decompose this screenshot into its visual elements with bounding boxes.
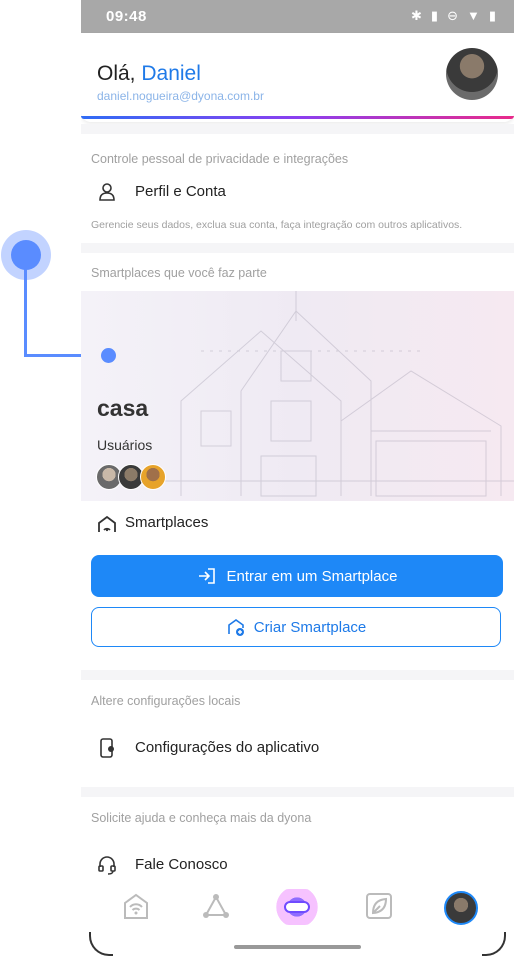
header-gradient-border [81, 116, 514, 119]
profile-account-item[interactable]: Perfil e Conta [81, 172, 514, 212]
phone-screen: 09:48 ✱ ▮ ⊖ ▼ ▮ Olá, Daniel daniel.nogue… [81, 0, 514, 961]
bluetooth-icon: ✱ [411, 8, 422, 23]
smart-home-icon [98, 515, 116, 532]
section-divider [81, 787, 514, 797]
login-icon [198, 568, 215, 584]
smartplaces-label: Smartplaces [125, 514, 209, 531]
local-section-title: Altere configurações locais [91, 694, 241, 708]
avatar[interactable] [446, 48, 498, 100]
bottom-navigation [81, 877, 514, 937]
smartplaces-list-item[interactable]: Smartplaces [81, 505, 514, 541]
profile-avatar[interactable] [444, 891, 478, 925]
smartplace-card-casa[interactable]: casa Usuários [81, 291, 514, 501]
greeting-prefix: Olá, [97, 62, 142, 85]
dnd-icon: ⊖ [447, 8, 458, 23]
avatar [140, 464, 166, 490]
privacy-section-title: Controle pessoal de privacidade e integr… [91, 152, 349, 166]
status-bar: 09:48 ✱ ▮ ⊖ ▼ ▮ [81, 0, 514, 33]
pointer-dot [101, 348, 116, 363]
dyona-logo-shape [284, 901, 310, 913]
wifi-icon: ▼ [466, 8, 480, 23]
help-section-title: Solicite ajuda e conheça mais da dyona [91, 811, 312, 825]
headset-icon [98, 856, 116, 875]
section-divider [81, 670, 514, 680]
users-label: Usuários [97, 437, 153, 453]
user-name: Daniel [141, 62, 201, 85]
privacy-helper-text: Gerencie seus dados, exclua sua conta, f… [91, 219, 463, 231]
screen-corner-right [482, 932, 506, 956]
section-divider [81, 124, 514, 134]
phone-settings-icon [100, 738, 114, 758]
join-smartplace-label: Entrar em um Smartplace [226, 567, 398, 585]
home-wifi-icon[interactable] [121, 891, 151, 921]
screen-corner-left [89, 932, 113, 956]
network-icon[interactable] [201, 891, 231, 921]
section-divider [81, 243, 514, 253]
app-settings-label: Configurações do aplicativo [135, 739, 320, 756]
leaf-icon[interactable] [364, 891, 394, 921]
contact-us-label: Fale Conosco [135, 856, 228, 873]
profile-header[interactable]: Olá, Daniel daniel.nogueira@dyona.com.br [81, 33, 514, 122]
user-icon [99, 183, 115, 201]
join-smartplace-button[interactable]: Entrar em um Smartplace [91, 555, 503, 597]
vibrate-icon: ▮ [430, 8, 439, 23]
dyona-logo-icon[interactable] [271, 889, 323, 925]
user-email: daniel.nogueira@dyona.com.br [97, 89, 264, 103]
smartplaces-section-title: Smartplaces que você faz parte [91, 266, 267, 280]
battery-icon: ▮ [488, 8, 496, 23]
greeting: Olá, Daniel [97, 62, 201, 86]
smartplace-name: casa [97, 395, 149, 421]
user-avatars [96, 464, 166, 490]
create-smartplace-button[interactable]: Criar Smartplace [91, 607, 501, 647]
status-time: 09:48 [106, 8, 147, 25]
add-home-icon [227, 619, 244, 636]
app-settings-item[interactable]: Configurações do aplicativo [81, 728, 514, 768]
create-smartplace-label: Criar Smartplace [253, 618, 367, 636]
pointer-line-vertical [24, 262, 27, 357]
profile-account-label: Perfil e Conta [135, 183, 226, 200]
status-icons: ✱ ▮ ⊖ ▼ ▮ [411, 8, 496, 24]
home-indicator[interactable] [234, 945, 361, 949]
